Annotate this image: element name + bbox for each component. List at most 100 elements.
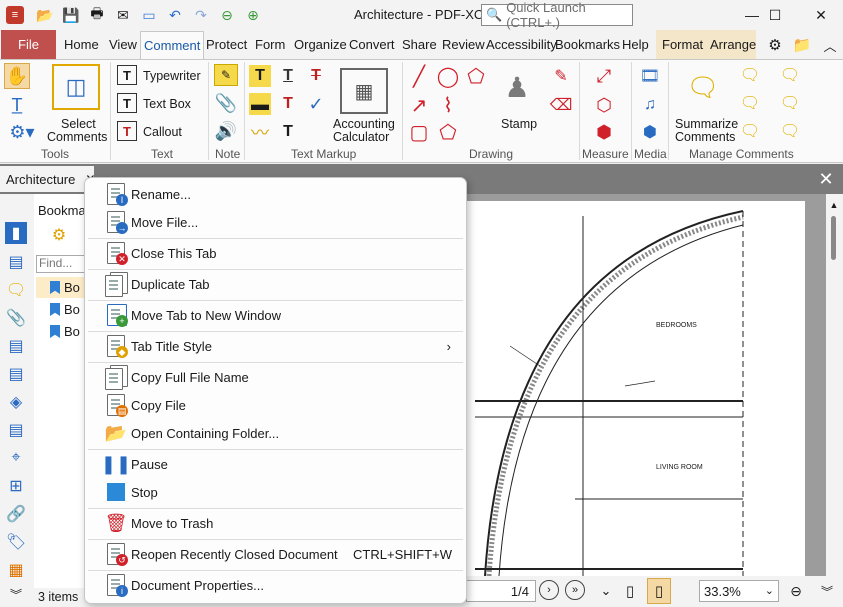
structure-panel-icon[interactable]: ⊞ bbox=[5, 475, 27, 497]
open-folder-icon[interactable]: 📂 bbox=[34, 4, 56, 26]
last-page-icon[interactable]: » bbox=[565, 580, 585, 600]
collapse-ribbon-icon[interactable]: ︿ bbox=[822, 36, 838, 54]
select-comments-label-2[interactable]: Comments bbox=[47, 130, 107, 144]
select-comments-icon[interactable]: ◫ bbox=[52, 64, 100, 110]
perimeter-icon[interactable]: ⬡ bbox=[592, 93, 616, 117]
polyline-icon[interactable]: ⌇ bbox=[436, 93, 460, 117]
close-document-icon[interactable]: ✕ bbox=[813, 167, 839, 191]
maximize-button[interactable]: ☐ bbox=[752, 0, 798, 30]
caret-text-icon[interactable]: T bbox=[277, 121, 299, 143]
pencil-icon[interactable]: ✎ bbox=[548, 64, 574, 88]
tab-review[interactable]: Review bbox=[442, 37, 485, 52]
audio-icon[interactable]: ♫ bbox=[638, 93, 662, 117]
signatures-panel-icon[interactable]: ▤ bbox=[5, 363, 27, 385]
tab-comment[interactable]: Comment bbox=[140, 31, 205, 60]
menu-item-tab-title-style[interactable]: ◆ Tab Title Style › bbox=[88, 333, 463, 359]
tab-convert[interactable]: Convert bbox=[349, 37, 395, 52]
more-nav-icon[interactable]: ︾ bbox=[818, 582, 836, 600]
flatten-comments-icon[interactable]: 🗨 bbox=[778, 64, 802, 86]
callout-button[interactable]: Callout bbox=[143, 125, 182, 139]
menu-item-duplicate-tab[interactable]: Duplicate Tab bbox=[88, 271, 463, 297]
scan-icon[interactable]: ▭ bbox=[138, 4, 160, 26]
menu-item-pause[interactable]: ❚❚ Pause bbox=[88, 451, 463, 477]
underline-text-icon[interactable]: T bbox=[277, 65, 299, 87]
bookmark-options-icon[interactable]: ⚙ bbox=[46, 224, 72, 246]
distance-icon[interactable]: ⤢ bbox=[592, 64, 616, 88]
menu-item-open-containing-folder[interactable]: 📂 Open Containing Folder... bbox=[88, 420, 463, 446]
stamp-icon[interactable]: ♟ bbox=[499, 64, 535, 110]
quick-launch-input[interactable]: 🔍 Quick Launch (CTRL+.) bbox=[481, 0, 633, 30]
area-icon[interactable]: ⬢ bbox=[592, 120, 616, 144]
oval-icon[interactable]: ◯ bbox=[436, 64, 460, 88]
links-panel-icon[interactable]: 🔗 bbox=[5, 503, 27, 525]
menu-item-move-to-new-window[interactable]: + Move Tab to New Window bbox=[88, 302, 463, 328]
show-comments-icon[interactable]: 🗨 bbox=[738, 120, 762, 142]
next-page-icon[interactable]: › bbox=[539, 580, 559, 600]
email-icon[interactable]: ✉ bbox=[112, 4, 134, 26]
menu-item-reopen-closed-document[interactable]: ↺ Reopen Recently Closed Document CTRL+S… bbox=[88, 541, 463, 567]
menu-item-rename[interactable]: I Rename... bbox=[88, 181, 463, 207]
tab-home[interactable]: Home bbox=[64, 37, 99, 52]
tab-file[interactable]: File bbox=[1, 30, 56, 59]
redo-icon[interactable]: ↷ bbox=[190, 4, 212, 26]
save-icon[interactable]: 💾 bbox=[60, 4, 82, 26]
nav-dropdown-icon[interactable]: ⌄ bbox=[596, 580, 616, 602]
accounting-calculator-label-1[interactable]: Accounting bbox=[333, 117, 395, 131]
line-icon[interactable]: ╱ bbox=[407, 64, 431, 88]
tab-view[interactable]: View bbox=[109, 37, 137, 52]
text-box-icon[interactable]: T bbox=[117, 93, 137, 113]
eraser-icon[interactable]: ⌫ bbox=[548, 93, 574, 117]
menu-item-close-tab[interactable]: ✕ Close This Tab bbox=[88, 240, 463, 266]
scroll-up-icon[interactable]: ▲ bbox=[828, 199, 840, 211]
menu-item-copy-file[interactable]: ▤ Copy File bbox=[88, 392, 463, 418]
document-tab[interactable]: Architecture ✕ bbox=[0, 166, 95, 192]
more-panels-icon[interactable]: ︾ bbox=[5, 583, 27, 605]
continuous-page-icon[interactable]: ▯ bbox=[647, 578, 671, 604]
accounting-calculator-icon[interactable]: ▦ bbox=[340, 68, 388, 114]
tab-form[interactable]: Form bbox=[255, 37, 285, 52]
sound-icon[interactable]: 🔊 bbox=[214, 120, 238, 142]
ribbon-options-icon[interactable]: ⚙ bbox=[764, 34, 786, 56]
tab-help[interactable]: Help bbox=[622, 37, 649, 52]
callout-icon[interactable]: T bbox=[117, 121, 137, 141]
tab-share[interactable]: Share bbox=[402, 37, 437, 52]
sticky-note-icon[interactable]: ✎ bbox=[214, 64, 238, 86]
back-icon[interactable]: ⊖ bbox=[216, 4, 238, 26]
menu-item-document-properties[interactable]: i Document Properties... bbox=[88, 572, 463, 598]
snapshot-tool-icon[interactable]: ⚙▾ bbox=[4, 120, 40, 144]
bookmark-row[interactable]: Bo bbox=[36, 299, 86, 320]
menu-item-copy-full-file-name[interactable]: Copy Full File Name bbox=[88, 364, 463, 390]
tab-accessibility[interactable]: Accessibility bbox=[486, 37, 557, 52]
tags-panel-icon[interactable]: ▤ bbox=[5, 419, 27, 441]
import-comments-icon[interactable]: 🗨 bbox=[738, 64, 762, 86]
attach-file-icon[interactable]: 📎 bbox=[215, 92, 237, 114]
comments-panel-icon[interactable]: 🗨 bbox=[5, 279, 27, 301]
typewriter-icon[interactable]: T bbox=[117, 65, 137, 85]
menu-item-stop[interactable]: Stop bbox=[88, 479, 463, 505]
fields-panel-icon[interactable]: ▦ bbox=[5, 559, 27, 581]
print-icon[interactable]: 🖶 bbox=[86, 4, 108, 26]
destinations-panel-icon[interactable]: ⌖ bbox=[5, 447, 27, 469]
strikeout-text-icon[interactable]: T bbox=[305, 65, 327, 87]
thumbnails-panel-icon[interactable]: ▤ bbox=[5, 251, 27, 273]
comment-styles-icon[interactable]: 🗨 bbox=[778, 92, 802, 114]
forward-icon[interactable]: ⊕ bbox=[242, 4, 264, 26]
scrollbar-thumb[interactable] bbox=[831, 216, 836, 260]
cloud-icon[interactable]: ⬠ bbox=[464, 64, 488, 88]
polygon-icon[interactable]: ⬠ bbox=[436, 120, 460, 144]
3d-object-icon[interactable]: ⬢ bbox=[638, 120, 662, 144]
replace-text-icon[interactable]: T bbox=[277, 93, 299, 115]
stamp-button[interactable]: Stamp bbox=[501, 117, 537, 131]
bookmark-row[interactable]: Bo bbox=[36, 277, 86, 298]
attachments-panel-icon[interactable]: 📎 bbox=[5, 307, 27, 329]
undo-icon[interactable]: ↶ bbox=[164, 4, 186, 26]
properties-panel-icon[interactable]: 🏷 bbox=[5, 531, 27, 553]
pdf-page[interactable]: BEDROOMS LIVING ROOM bbox=[465, 201, 805, 576]
rectangle-icon[interactable]: ▢ bbox=[407, 120, 431, 144]
highlight-text-icon[interactable]: T bbox=[249, 65, 271, 87]
page-number-input[interactable]: 1/4 bbox=[466, 580, 536, 602]
close-window-button[interactable]: ✕ bbox=[798, 0, 843, 30]
typewriter-button[interactable]: Typewriter bbox=[143, 69, 201, 83]
tab-organize[interactable]: Organize bbox=[294, 37, 347, 52]
tab-protect[interactable]: Protect bbox=[206, 37, 247, 52]
